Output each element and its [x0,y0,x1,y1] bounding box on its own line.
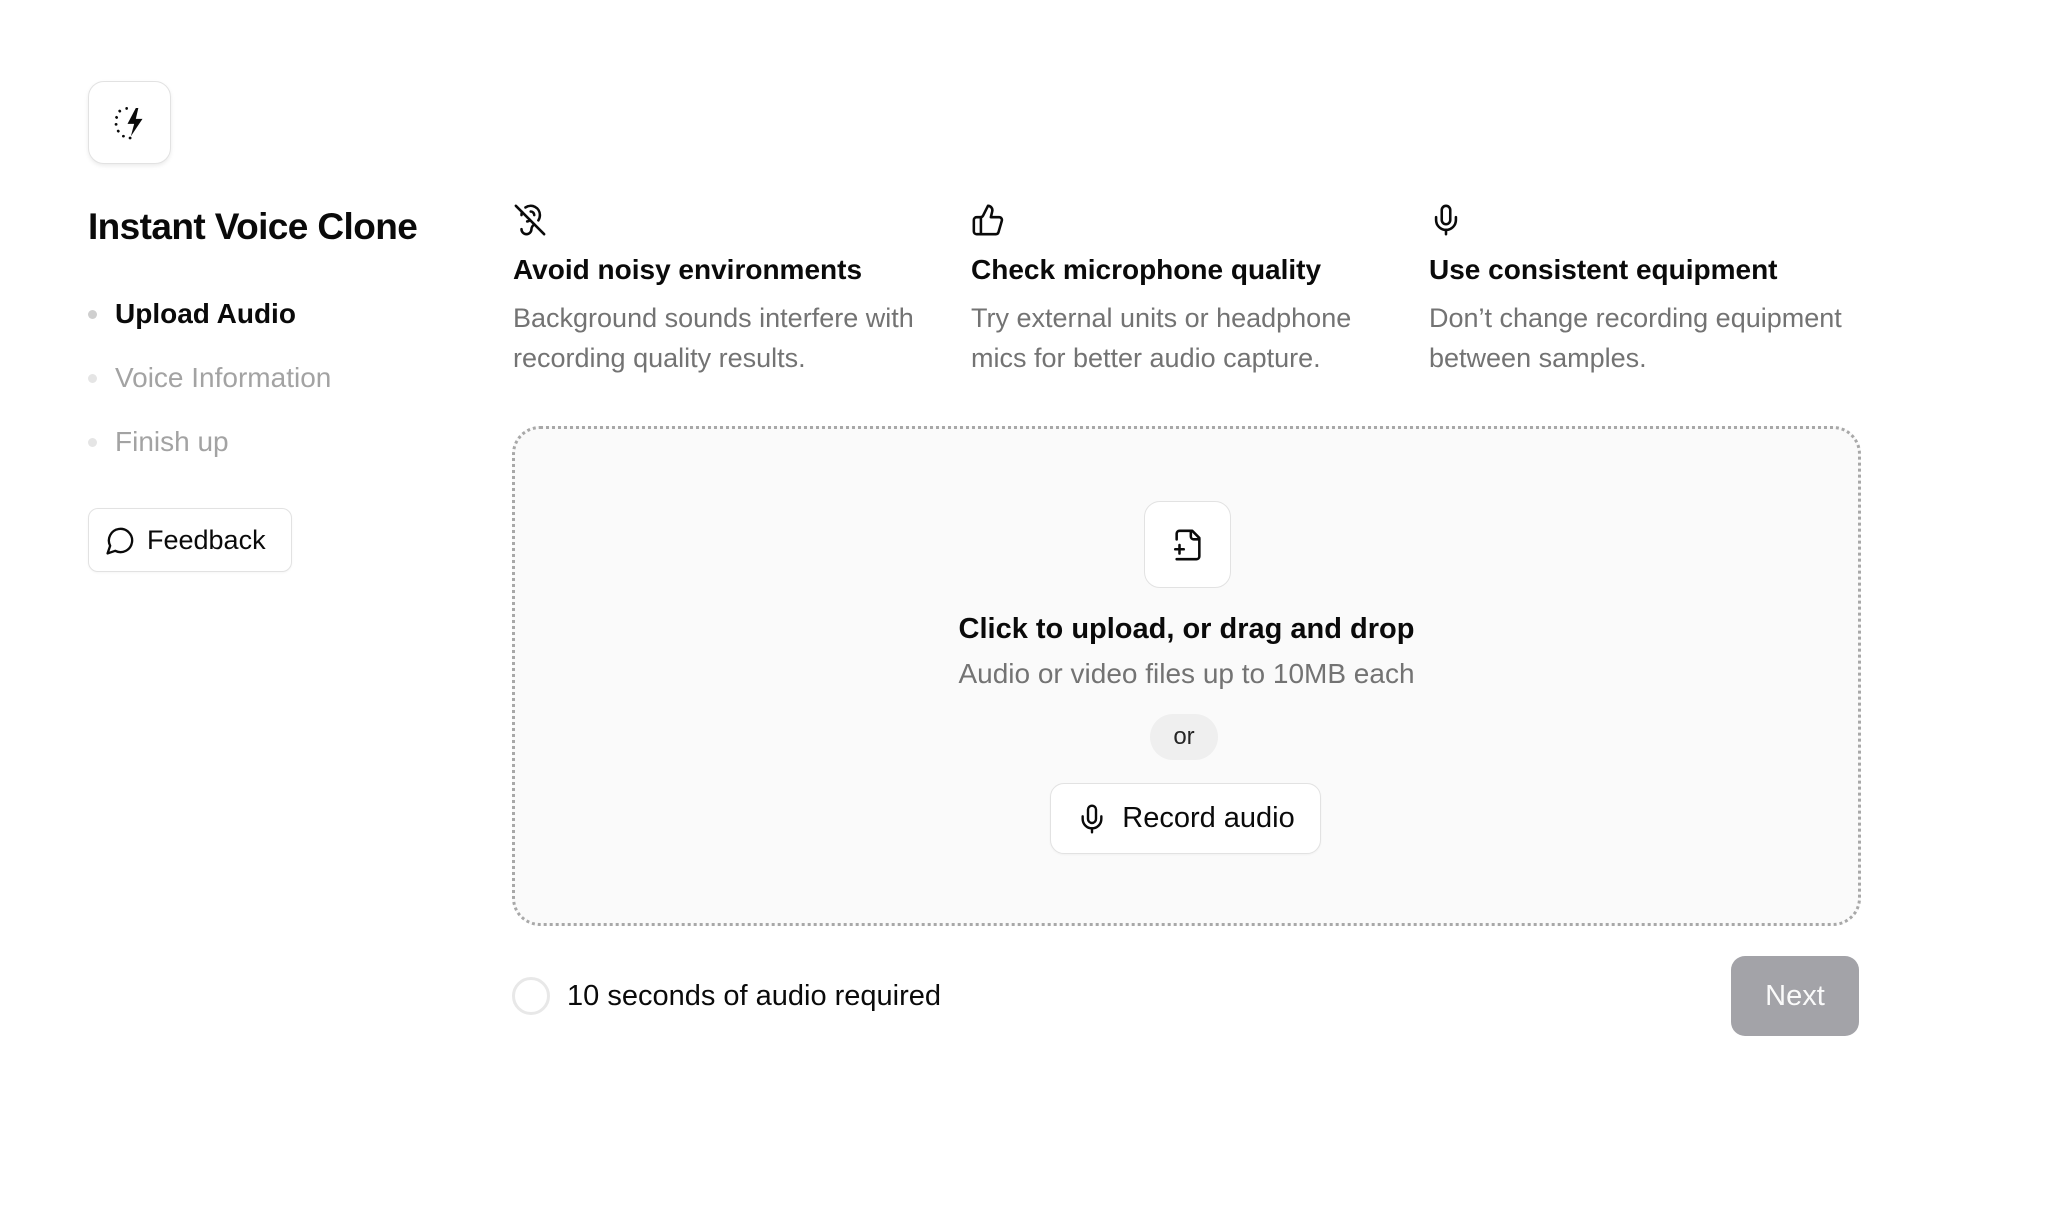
tip-title: Avoid noisy environments [513,254,863,285]
audio-progress-ring [512,977,550,1015]
microphone-icon [1076,803,1108,835]
ear-off-icon [513,200,933,240]
tip-consistent-equipment: Use consistent equipment Don’t change re… [1429,200,1849,378]
tip-description: Background sounds interfere with recordi… [513,303,914,373]
step-voice-information: Voice Information [88,346,331,410]
upload-subtitle: Audio or video files up to 10MB each [958,658,1415,689]
or-separator: or [1150,714,1218,760]
feedback-button[interactable]: Feedback [88,508,292,572]
feedback-label: Feedback [147,524,266,555]
message-circle-icon [105,525,136,556]
tip-microphone-quality: Check microphone quality Try external un… [971,200,1391,378]
steps-list: Upload Audio Voice Information Finish up [88,282,331,474]
tip-description: Try external units or headphone mics for… [971,303,1352,373]
audio-requirement-text: 10 seconds of audio required [567,980,942,1012]
upload-dropzone[interactable]: Click to upload, or drag and drop Audio … [512,426,1861,926]
voice-clone-page: Instant Voice Clone Upload Audio Voice I… [0,0,2048,1210]
record-audio-label: Record audio [1122,802,1295,834]
file-upload-icon[interactable] [1144,501,1231,588]
microphone-icon [1429,200,1849,240]
tip-noisy-environments: Avoid noisy environments Background soun… [513,200,933,378]
step-upload-audio: Upload Audio [88,282,331,346]
page-title: Instant Voice Clone [88,206,418,247]
step-finish-up: Finish up [88,410,331,474]
upload-title: Click to upload, or drag and drop [958,613,1415,645]
tip-title: Use consistent equipment [1429,254,1778,285]
next-button[interactable]: Next [1731,956,1859,1036]
app-logo-icon[interactable] [88,81,171,164]
tip-title: Check microphone quality [971,254,1322,285]
record-audio-button[interactable]: Record audio [1050,783,1321,854]
thumbs-up-icon [971,200,1391,240]
tip-description: Don’t change recording equipment between… [1429,303,1842,373]
